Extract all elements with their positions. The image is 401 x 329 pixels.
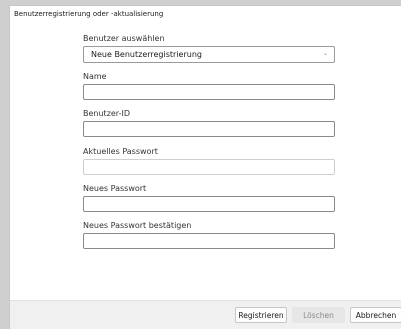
current-password-label: Aktuelles Passwort: [83, 147, 158, 156]
current-password-field[interactable]: [83, 159, 335, 175]
new-password-field[interactable]: [83, 196, 335, 212]
user-select-label: Benutzer auswählen: [83, 34, 165, 43]
new-password-label: Neues Passwort: [83, 184, 147, 193]
confirm-password-field[interactable]: [83, 233, 335, 249]
cancel-button[interactable]: Abbrechen: [350, 307, 401, 323]
name-label: Name: [83, 72, 107, 81]
user-select-dropdown[interactable]: Neue Benutzerregistrierung ⌄: [83, 46, 335, 63]
user-registration-dialog: Benutzerregistrierung oder -aktualisieru…: [9, 5, 401, 329]
confirm-password-label: Neues Passwort bestätigen: [83, 221, 192, 230]
user-id-label: Benutzer-ID: [83, 109, 130, 118]
delete-button[interactable]: Löschen: [292, 307, 345, 323]
user-id-field[interactable]: [83, 121, 335, 137]
dialog-title: Benutzerregistrierung oder -aktualisieru…: [14, 10, 164, 18]
name-field[interactable]: [83, 84, 335, 100]
user-select-value: Neue Benutzerregistrierung: [91, 50, 202, 59]
chevron-down-icon: ⌄: [322, 50, 328, 57]
dialog-footer: Registrieren Löschen Abbrechen: [10, 300, 401, 329]
register-button[interactable]: Registrieren: [235, 307, 287, 323]
